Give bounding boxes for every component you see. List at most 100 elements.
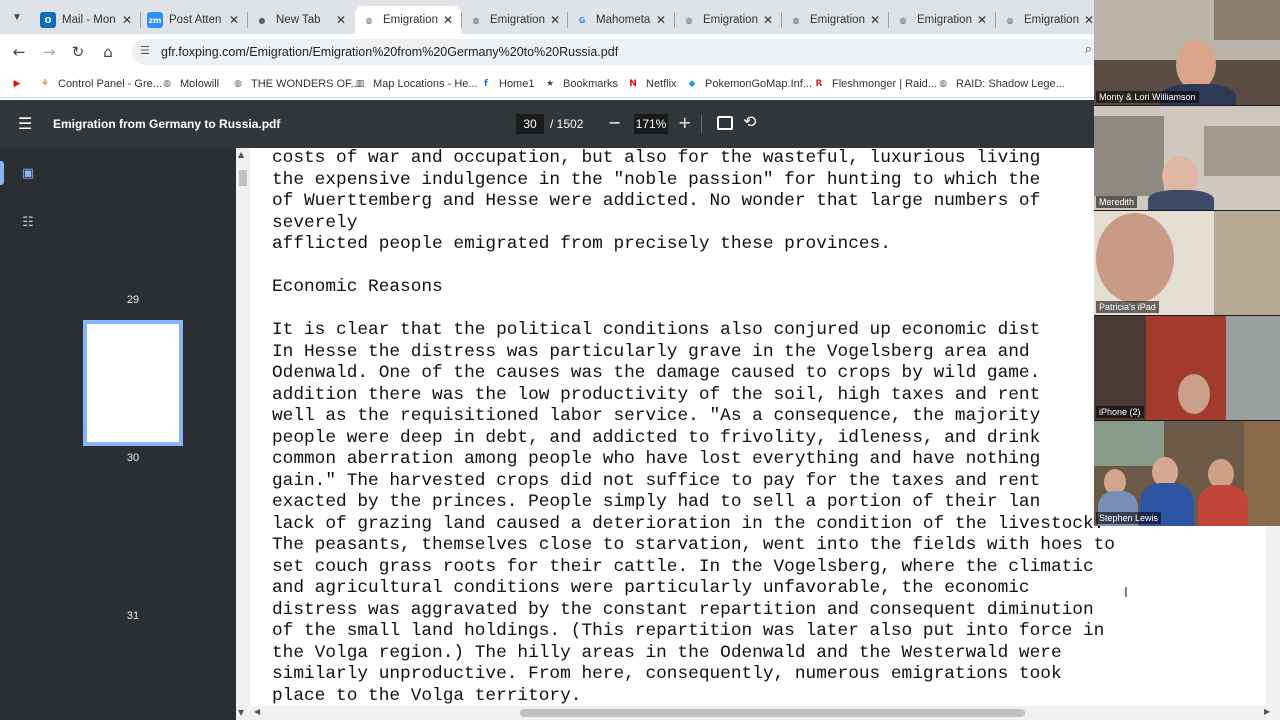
pdf-title: Emigration from Germany to Russia.pdf bbox=[53, 117, 281, 131]
sidebar-scrollbar[interactable]: ▲ ▼ bbox=[236, 148, 250, 720]
close-icon[interactable]: ✕ bbox=[868, 13, 882, 27]
bookmark-item[interactable]: ◍ RAID: Shadow Lege... bbox=[936, 76, 1065, 92]
bookshelf bbox=[1244, 421, 1280, 526]
participant-face bbox=[1176, 40, 1216, 90]
video-tile[interactable]: Meredith bbox=[1094, 106, 1280, 210]
tab-title: Emigration bbox=[810, 14, 865, 26]
close-icon[interactable]: ✕ bbox=[654, 13, 668, 27]
tab-separator bbox=[888, 12, 889, 28]
horizontal-scrollbar[interactable]: ◀ ▶ bbox=[250, 706, 1280, 720]
address-url[interactable]: gfr.foxping.com/Emigration/Emigration%20… bbox=[161, 45, 618, 59]
bookmark-item[interactable]: ◍ THE WONDERS OF... bbox=[231, 76, 360, 92]
zoom-in-icon[interactable]: + bbox=[678, 113, 691, 132]
bookmark-item[interactable]: ★ Bookmarks bbox=[543, 76, 618, 92]
menu-icon[interactable]: ☰ bbox=[18, 114, 32, 133]
video-tile[interactable]: Monty & Lori Williamson bbox=[1094, 0, 1280, 105]
bookmark-label: Molowill bbox=[180, 78, 220, 90]
home-icon[interactable]: ⌂ bbox=[97, 41, 119, 63]
reload-icon[interactable]: ↻ bbox=[67, 41, 89, 63]
browser-tab[interactable]: O Mail - Mon ✕ bbox=[34, 6, 140, 34]
youtube-icon: ▶ bbox=[13, 79, 21, 89]
zoom-icon[interactable]: ⌕ bbox=[1085, 42, 1092, 57]
close-icon[interactable]: ✕ bbox=[334, 13, 348, 27]
zoom-out-icon[interactable]: − bbox=[608, 113, 621, 132]
scroll-down-icon[interactable]: ▼ bbox=[238, 708, 244, 717]
tab-title: Emigration bbox=[703, 14, 758, 26]
tab-search-chevron-icon[interactable]: ▼ bbox=[6, 6, 28, 28]
browser-tab[interactable]: ◍ Emigration ✕ bbox=[675, 6, 781, 34]
browser-tab[interactable]: ◍ Emigration ✕ bbox=[462, 6, 568, 34]
globe-icon: ◍ bbox=[792, 15, 800, 25]
tab-separator bbox=[781, 12, 782, 28]
thumbnails-icon[interactable]: ▣ bbox=[19, 164, 37, 182]
video-tile[interactable]: iPhone (2) bbox=[1094, 316, 1280, 420]
zoom-icon: zm bbox=[147, 12, 163, 28]
horizontal-scrollbar-thumb[interactable] bbox=[520, 709, 1025, 717]
thumbnail-label: 30 bbox=[126, 452, 140, 464]
netflix-icon: N bbox=[629, 79, 637, 89]
outline-icon[interactable]: ☷ bbox=[19, 213, 37, 231]
document-line: The peasants, themselves close to starva… bbox=[272, 535, 1115, 555]
bookmark-label: Bookmarks bbox=[563, 78, 619, 90]
cube-icon: ◆ bbox=[688, 79, 696, 89]
screen: ▼ O Mail - Mon ✕ zm Post Atten ✕ ● New Tab ✕ ◍ Emi… bbox=[0, 0, 1280, 720]
zoom-level-input[interactable]: 171% bbox=[634, 114, 668, 134]
bookmark-item[interactable]: N Netflix bbox=[626, 76, 677, 92]
participant-name: Patricia's iPad bbox=[1096, 301, 1159, 313]
page-number-input[interactable]: 30 bbox=[516, 114, 544, 134]
browser-tab[interactable]: ◍ Emigration ✕ bbox=[996, 6, 1102, 34]
fit-page-icon[interactable] bbox=[717, 116, 733, 130]
close-icon[interactable]: ✕ bbox=[975, 13, 989, 27]
forward-arrow-icon[interactable]: → bbox=[38, 41, 60, 63]
bookmark-item[interactable]: ⚘ Control Panel - Gre... bbox=[38, 76, 162, 92]
bookmark-item[interactable]: ◍ Molowill bbox=[160, 76, 219, 92]
rotate-icon[interactable]: ⟲ bbox=[743, 112, 756, 131]
browser-tab[interactable]: ◍ Emigration ✕ bbox=[782, 6, 888, 34]
thumbnail-label: 31 bbox=[126, 610, 140, 622]
close-icon[interactable]: ✕ bbox=[227, 13, 241, 27]
toolbar-divider bbox=[701, 115, 702, 133]
close-icon[interactable]: ✕ bbox=[441, 13, 455, 27]
browser-tab[interactable]: G Mahometa ✕ bbox=[568, 6, 674, 34]
scroll-right-icon[interactable]: ▶ bbox=[1264, 707, 1270, 716]
close-icon[interactable]: ✕ bbox=[548, 13, 562, 27]
video-tile[interactable]: Patricia's iPad bbox=[1094, 211, 1280, 315]
video-tile[interactable]: Stephen Lewis bbox=[1094, 421, 1280, 526]
close-icon[interactable]: ✕ bbox=[120, 13, 134, 27]
bookmarks-bar: ▶ ⚘ Control Panel - Gre... ◍ Molowill ◍ THE WO… bbox=[0, 70, 1094, 98]
browser-tab[interactable]: zm Post Atten ✕ bbox=[141, 6, 247, 34]
bookmark-item[interactable]: ▶ bbox=[10, 76, 30, 92]
document-scrollbar[interactable] bbox=[1266, 526, 1280, 706]
site-info-icon[interactable]: ☰ bbox=[140, 44, 150, 57]
participant-body bbox=[1198, 485, 1248, 526]
scroll-up-icon[interactable]: ▲ bbox=[238, 150, 244, 159]
bookmark-label: Netflix bbox=[646, 78, 677, 90]
browser-tab[interactable]: ◍ Emigration ✕ bbox=[889, 6, 995, 34]
bookshelf bbox=[1214, 211, 1280, 315]
browser-tab[interactable]: ● New Tab ✕ bbox=[248, 6, 354, 34]
tab-title: Post Atten bbox=[169, 14, 222, 26]
bookmark-item[interactable]: R Fleshmonger | Raid... bbox=[812, 76, 937, 92]
tab-title: Emigration bbox=[917, 14, 972, 26]
tab-separator bbox=[995, 12, 996, 28]
thumbnail-label: 29 bbox=[126, 294, 140, 306]
address-bar[interactable]: ☰ gfr.foxping.com/Emigration/Emigration%… bbox=[132, 39, 1094, 65]
participant-face bbox=[1178, 374, 1210, 414]
scrollbar-thumb[interactable] bbox=[239, 170, 247, 186]
globe-icon: ◍ bbox=[472, 15, 480, 25]
close-icon[interactable]: ✕ bbox=[761, 13, 775, 27]
bookmark-item[interactable]: ▥ Map Locations - He... bbox=[353, 76, 478, 92]
document-line: of the small land holdings. (This repart… bbox=[272, 621, 1105, 641]
document-line: and agricultural conditions were particu… bbox=[272, 578, 1030, 598]
browser-tab[interactable]: ◍ Emigration ✕ bbox=[355, 6, 461, 34]
back-arrow-icon[interactable]: ← bbox=[8, 41, 30, 63]
facebook-icon: f bbox=[484, 79, 488, 89]
scroll-left-icon[interactable]: ◀ bbox=[254, 707, 260, 716]
pdf-toolbar: ☰ Emigration from Germany to Russia.pdf … bbox=[0, 100, 1094, 148]
bookmark-item[interactable]: f Home1 bbox=[479, 76, 534, 92]
document-line: the Volga region.) The hilly areas in th… bbox=[272, 642, 1062, 663]
page-thumbnail-current[interactable] bbox=[83, 320, 183, 446]
tab-separator bbox=[247, 12, 248, 28]
bookmark-item[interactable]: ◆ PokemonGoMap.Inf... bbox=[685, 76, 812, 92]
tab-title: Mahometa bbox=[596, 14, 651, 26]
